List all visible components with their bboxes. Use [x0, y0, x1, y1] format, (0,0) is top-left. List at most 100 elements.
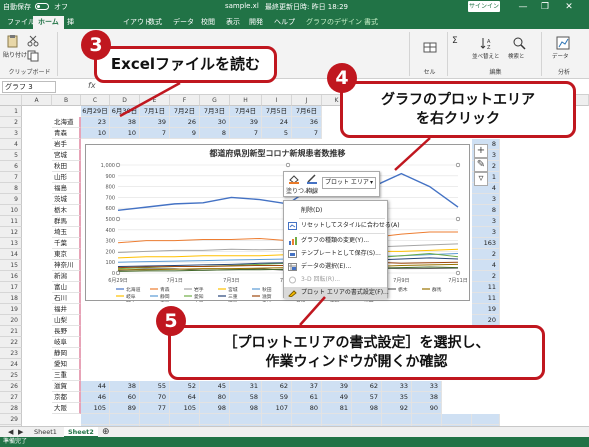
- column-header[interactable]: G: [200, 95, 230, 106]
- row-header[interactable]: 19: [0, 304, 22, 315]
- value-cell[interactable]: 36: [292, 117, 322, 128]
- value-cell[interactable]: 39: [230, 117, 262, 128]
- value-cell[interactable]: 7: [140, 128, 170, 139]
- row-header[interactable]: 5: [0, 150, 22, 161]
- value-cell[interactable]: 64: [170, 392, 200, 403]
- prefecture-cell[interactable]: 山形: [52, 172, 81, 183]
- value-cell[interactable]: 80: [200, 392, 230, 403]
- selected-cell[interactable]: [81, 414, 110, 425]
- value-cell[interactable]: 10: [110, 128, 140, 139]
- value-cell[interactable]: 33: [412, 381, 442, 392]
- prefecture-cell[interactable]: 大阪: [52, 403, 81, 414]
- row-header[interactable]: 24: [0, 359, 22, 370]
- prefecture-cell[interactable]: 茨城: [52, 194, 81, 205]
- value-cell[interactable]: 49: [322, 392, 352, 403]
- menu-item-select-data[interactable]: データの選択(E)...: [284, 261, 387, 273]
- row-header[interactable]: 17: [0, 282, 22, 293]
- date-header-cell[interactable]: 6月29日: [81, 106, 110, 117]
- value-cell[interactable]: 35: [382, 392, 412, 403]
- column-header[interactable]: I: [262, 95, 292, 106]
- row-header[interactable]: 23: [0, 348, 22, 359]
- prefecture-cell[interactable]: 群馬: [52, 216, 81, 227]
- value-cell[interactable]: 62: [352, 381, 382, 392]
- column-header[interactable]: H: [230, 95, 262, 106]
- prefecture-cell[interactable]: 京都: [52, 392, 81, 403]
- prefecture-cell[interactable]: 秋田: [52, 161, 81, 172]
- row-header[interactable]: 15: [0, 260, 22, 271]
- chart-svg[interactable]: 1,000 900 800 700 600 500 400 300 200 100 06月29日 7月…: [86, 145, 471, 302]
- paste-button[interactable]: 貼り付け: [3, 50, 27, 59]
- close-icon[interactable]: ✕: [560, 0, 578, 14]
- menu-item-reset-style[interactable]: リセットしてスタイルに合わせる(A): [284, 220, 400, 232]
- value-cell[interactable]: 39: [140, 117, 170, 128]
- value-cell[interactable]: 7: [292, 128, 322, 139]
- tab-format[interactable]: 書式: [359, 16, 383, 29]
- tab-chart-design[interactable]: グラフのデザイン: [301, 16, 367, 29]
- outline-button-label[interactable]: 枠線: [306, 186, 318, 195]
- value-cell[interactable]: 11: [472, 293, 500, 304]
- menu-item-change-chart-type[interactable]: グラフの種類の変更(Y)...: [284, 235, 387, 247]
- value-cell[interactable]: 46: [81, 392, 110, 403]
- find-select-button[interactable]: 検索と: [508, 52, 525, 60]
- column-header[interactable]: C: [81, 95, 110, 106]
- selected-cell[interactable]: [200, 414, 230, 425]
- value-cell[interactable]: 38: [110, 381, 140, 392]
- chart-styles-brush-icon[interactable]: ✎: [474, 158, 488, 172]
- value-cell[interactable]: 2: [472, 271, 500, 282]
- row-header[interactable]: 27: [0, 392, 22, 403]
- value-cell[interactable]: 38: [110, 117, 140, 128]
- chart-object[interactable]: 都道府県別新型コロナ新規患者数推移 1,000 900 800 700 600 500 40…: [85, 144, 471, 302]
- value-cell[interactable]: 37: [292, 381, 322, 392]
- value-cell[interactable]: 4: [472, 260, 500, 271]
- tab-insert[interactable]: 挿: [62, 16, 79, 29]
- sort-filter-button[interactable]: 並べ替えと: [472, 52, 500, 60]
- prefecture-cell[interactable]: 神奈川: [52, 260, 81, 271]
- find-icon[interactable]: [512, 36, 526, 50]
- chart-elements-button[interactable]: +: [474, 144, 488, 158]
- chart-filter-icon[interactable]: ▿: [474, 172, 488, 186]
- cell-icon[interactable]: [423, 40, 437, 54]
- value-cell[interactable]: 26: [170, 117, 200, 128]
- column-header[interactable]: D: [110, 95, 140, 106]
- value-cell[interactable]: 58: [230, 392, 262, 403]
- row-header[interactable]: 1: [0, 106, 22, 117]
- column-header[interactable]: A: [22, 95, 52, 106]
- row-header[interactable]: 3: [0, 128, 22, 139]
- prefecture-cell[interactable]: 富山: [52, 282, 81, 293]
- date-header-cell[interactable]: 7月2日: [170, 106, 200, 117]
- value-cell[interactable]: 98: [352, 403, 382, 414]
- prefecture-cell[interactable]: 千葉: [52, 238, 81, 249]
- outline-icon[interactable]: [306, 174, 318, 184]
- selected-cell[interactable]: [322, 414, 352, 425]
- value-cell[interactable]: 3: [472, 216, 500, 227]
- row-header[interactable]: 20: [0, 315, 22, 326]
- tab-view[interactable]: 表示: [221, 16, 245, 29]
- value-cell[interactable]: 90: [412, 403, 442, 414]
- value-cell[interactable]: 98: [200, 403, 230, 414]
- value-cell[interactable]: 10: [81, 128, 110, 139]
- column-header[interactable]: E: [140, 95, 170, 106]
- prefecture-cell[interactable]: 青森: [52, 128, 81, 139]
- data-analysis-icon[interactable]: [556, 36, 570, 50]
- copy-icon[interactable]: [26, 49, 40, 63]
- selected-cell[interactable]: [170, 414, 200, 425]
- name-box[interactable]: グラフ 3: [2, 81, 56, 93]
- value-cell[interactable]: 89: [110, 403, 140, 414]
- column-header[interactable]: B: [52, 95, 81, 106]
- prefecture-cell[interactable]: 石川: [52, 293, 81, 304]
- value-cell[interactable]: 44: [81, 381, 110, 392]
- date-header-cell[interactable]: 7月4日: [230, 106, 262, 117]
- select-all-corner[interactable]: [0, 95, 22, 106]
- data-analysis-button[interactable]: データ: [552, 52, 569, 60]
- minimize-icon[interactable]: —: [514, 0, 532, 14]
- row-header[interactable]: 9: [0, 194, 22, 205]
- value-cell[interactable]: 45: [200, 381, 230, 392]
- row-header[interactable]: 14: [0, 249, 22, 260]
- tab-formulas[interactable]: 数式: [143, 16, 167, 29]
- date-header-cell[interactable]: 7月5日: [262, 106, 292, 117]
- row-header[interactable]: 21: [0, 326, 22, 337]
- tab-help[interactable]: ヘルプ: [269, 16, 300, 29]
- value-cell[interactable]: 92: [382, 403, 412, 414]
- value-cell[interactable]: 70: [140, 392, 170, 403]
- prefecture-cell[interactable]: 栃木: [52, 205, 81, 216]
